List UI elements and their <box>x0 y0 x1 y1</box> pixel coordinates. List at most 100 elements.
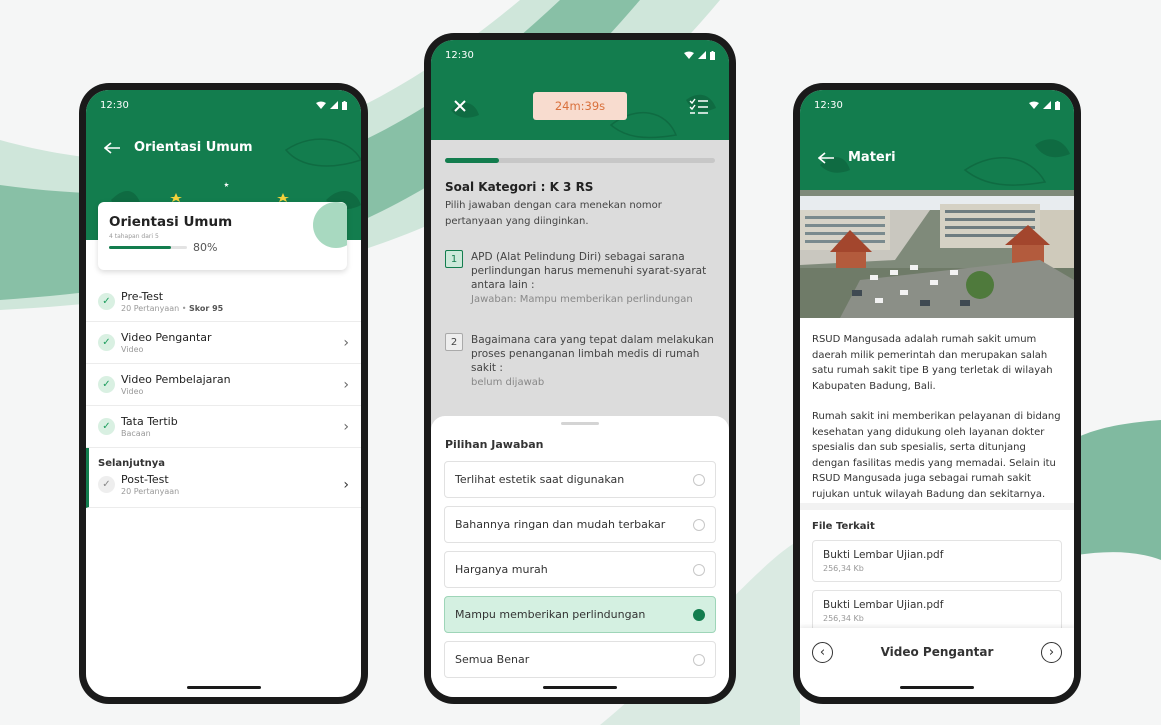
question-answer: belum dijawab <box>471 377 545 388</box>
question-area: Soal Kategori : K 3 RS Pilih jawaban den… <box>445 180 715 388</box>
radio-icon <box>693 518 705 531</box>
answer-option[interactable]: Harganya murah <box>444 551 716 588</box>
next-chevron-icon[interactable]: › <box>1041 642 1062 663</box>
question-text: Bagaimana cara yang tepat dalam melakuka… <box>471 334 714 374</box>
page-title: Orientasi Umum <box>134 140 253 155</box>
list-item-video-pembelajaran[interactable]: ✓ Video Pembelajaran Video › <box>86 364 361 406</box>
status-time: 12:30 <box>814 99 843 111</box>
files-section: File Terkait Bukti Lembar Ujian.pdf 256,… <box>800 510 1074 628</box>
close-icon[interactable] <box>454 100 466 112</box>
phone-quiz: 12:30 24m:39s Soal Kategori : K 3 RS Pil… <box>424 33 736 704</box>
app-bar: Orientasi Umum <box>104 140 253 155</box>
sheet-handle[interactable] <box>561 422 599 425</box>
signal-icon <box>330 101 338 109</box>
next-section: Selanjutnya ✓ Post-Test 20 Pertanyaan › <box>86 448 361 508</box>
screen-orientasi: 12:30 Orientasi Umum Orientasi Umum 4 ta… <box>86 90 361 697</box>
check-icon: ✓ <box>98 376 115 393</box>
quiz-progress-track <box>445 158 715 163</box>
option-label: Mampu memberikan perlindungan <box>455 608 646 621</box>
question-answer: Jawaban: Mampu memberikan perlindungan <box>471 294 693 305</box>
content-body: RSUD Mangusada adalah rumah sakit umum d… <box>800 318 1074 503</box>
home-indicator <box>186 686 261 689</box>
item-sub: 20 Pertanyaan <box>121 304 180 313</box>
file-size: 256,34 Kb <box>823 564 864 573</box>
answer-option[interactable]: Semua Benar <box>444 641 716 678</box>
wifi-icon <box>1029 101 1039 109</box>
chevron-right-icon: › <box>343 334 349 351</box>
page-title: Materi <box>848 150 896 165</box>
check-icon: ✓ <box>98 476 115 493</box>
item-subtitle: 20 Pertanyaan • Skor 95 <box>121 304 224 313</box>
back-arrow-icon[interactable] <box>818 151 834 164</box>
list-item-pre-test[interactable]: ✓ Pre-Test 20 Pertanyaan • Skor 95 <box>86 282 361 322</box>
item-subtitle: Bacaan <box>121 429 151 438</box>
item-score: Skor 95 <box>189 304 224 313</box>
question-item-1[interactable]: 1 APD (Alat Pelindung Diri) sebagai sara… <box>445 250 715 305</box>
screen-quiz: 12:30 24m:39s Soal Kategori : K 3 RS Pil… <box>431 40 729 697</box>
item-subtitle: Video <box>121 345 144 354</box>
answer-option[interactable]: Terlihat estetik saat digunakan <box>444 461 716 498</box>
wifi-icon <box>684 51 694 59</box>
question-category: Soal Kategori : K 3 RS <box>445 180 594 194</box>
hospital-photo <box>800 190 1074 318</box>
item-title: Tata Tertib <box>121 415 178 428</box>
content-paragraph-1: RSUD Mangusada adalah rumah sakit umum d… <box>812 334 1053 392</box>
quiz-progress-fill <box>445 158 499 163</box>
item-title: Video Pengantar <box>121 331 212 344</box>
item-subtitle: Video <box>121 387 144 396</box>
question-number: 1 <box>445 250 463 268</box>
stage-list: ✓ Pre-Test 20 Pertanyaan • Skor 95 ✓ Vid… <box>86 282 361 508</box>
timer-badge: 24m:39s <box>533 92 627 120</box>
status-time: 12:30 <box>100 99 129 111</box>
status-icons <box>316 100 347 110</box>
list-item-tata-tertib[interactable]: ✓ Tata Tertib Bacaan › <box>86 406 361 448</box>
option-label: Bahannya ringan dan mudah terbakar <box>455 518 666 531</box>
list-item-post-test[interactable]: ✓ Post-Test 20 Pertanyaan › <box>98 473 349 496</box>
option-label: Terlihat estetik saat digunakan <box>455 473 625 486</box>
item-title: Post-Test <box>121 473 169 486</box>
battery-icon <box>710 50 715 60</box>
file-name: Bukti Lembar Ujian.pdf <box>823 599 944 611</box>
back-arrow-icon[interactable] <box>104 141 120 154</box>
radio-icon <box>693 608 705 621</box>
next-label: Selanjutnya <box>98 458 165 469</box>
option-label: Semua Benar <box>455 653 530 666</box>
answer-option[interactable]: Mampu memberikan perlindungan <box>444 596 716 633</box>
file-item[interactable]: Bukti Lembar Ujian.pdf 256,34 Kb <box>812 540 1062 582</box>
question-list-icon[interactable] <box>689 98 709 114</box>
status-icons <box>684 50 715 60</box>
signal-icon <box>1043 101 1051 109</box>
radio-icon <box>693 473 705 486</box>
file-item[interactable]: Bukti Lembar Ujian.pdf 256,34 Kb <box>812 590 1062 628</box>
status-time: 12:30 <box>445 49 474 61</box>
wifi-icon <box>316 101 326 109</box>
status-bar: 12:30 <box>800 90 1074 120</box>
option-label: Harganya murah <box>455 563 548 576</box>
file-name: Bukti Lembar Ujian.pdf <box>823 549 944 561</box>
card-steps: 4 tahapan dari 5 <box>109 233 159 240</box>
battery-icon <box>1055 100 1060 110</box>
card-title: Orientasi Umum <box>109 214 233 230</box>
app-bar: Materi <box>818 150 896 165</box>
prev-chevron-icon[interactable]: ‹ <box>812 642 833 663</box>
status-icons <box>1029 100 1060 110</box>
nav-label: Video Pengantar <box>880 645 994 659</box>
answer-option[interactable]: Bahannya ringan dan mudah terbakar <box>444 506 716 543</box>
file-size: 256,34 Kb <box>823 614 864 623</box>
files-title: File Terkait <box>812 521 875 532</box>
battery-icon <box>342 100 347 110</box>
screen-materi: 12:30 Materi RSUD Mangusada adalah rumah… <box>800 90 1074 697</box>
home-indicator <box>900 686 974 689</box>
card-progress-fill <box>109 246 172 249</box>
radio-icon <box>693 653 705 666</box>
list-item-video-pengantar[interactable]: ✓ Video Pengantar Video › <box>86 322 361 364</box>
phone-materi: 12:30 Materi RSUD Mangusada adalah rumah… <box>793 83 1081 704</box>
item-subtitle: 20 Pertanyaan <box>121 487 180 496</box>
item-title: Video Pembelajaran <box>121 373 231 386</box>
chevron-right-icon: › <box>343 476 349 493</box>
progress-card: Orientasi Umum 4 tahapan dari 5 80% <box>98 202 347 270</box>
question-text: APD (Alat Pelindung Diri) sebagai sarana… <box>471 251 707 291</box>
card-percent: 80% <box>193 241 218 254</box>
answer-sheet: Pilihan Jawaban Terlihat estetik saat di… <box>431 416 729 697</box>
question-item-2[interactable]: 2 Bagaimana cara yang tepat dalam melaku… <box>445 333 715 388</box>
